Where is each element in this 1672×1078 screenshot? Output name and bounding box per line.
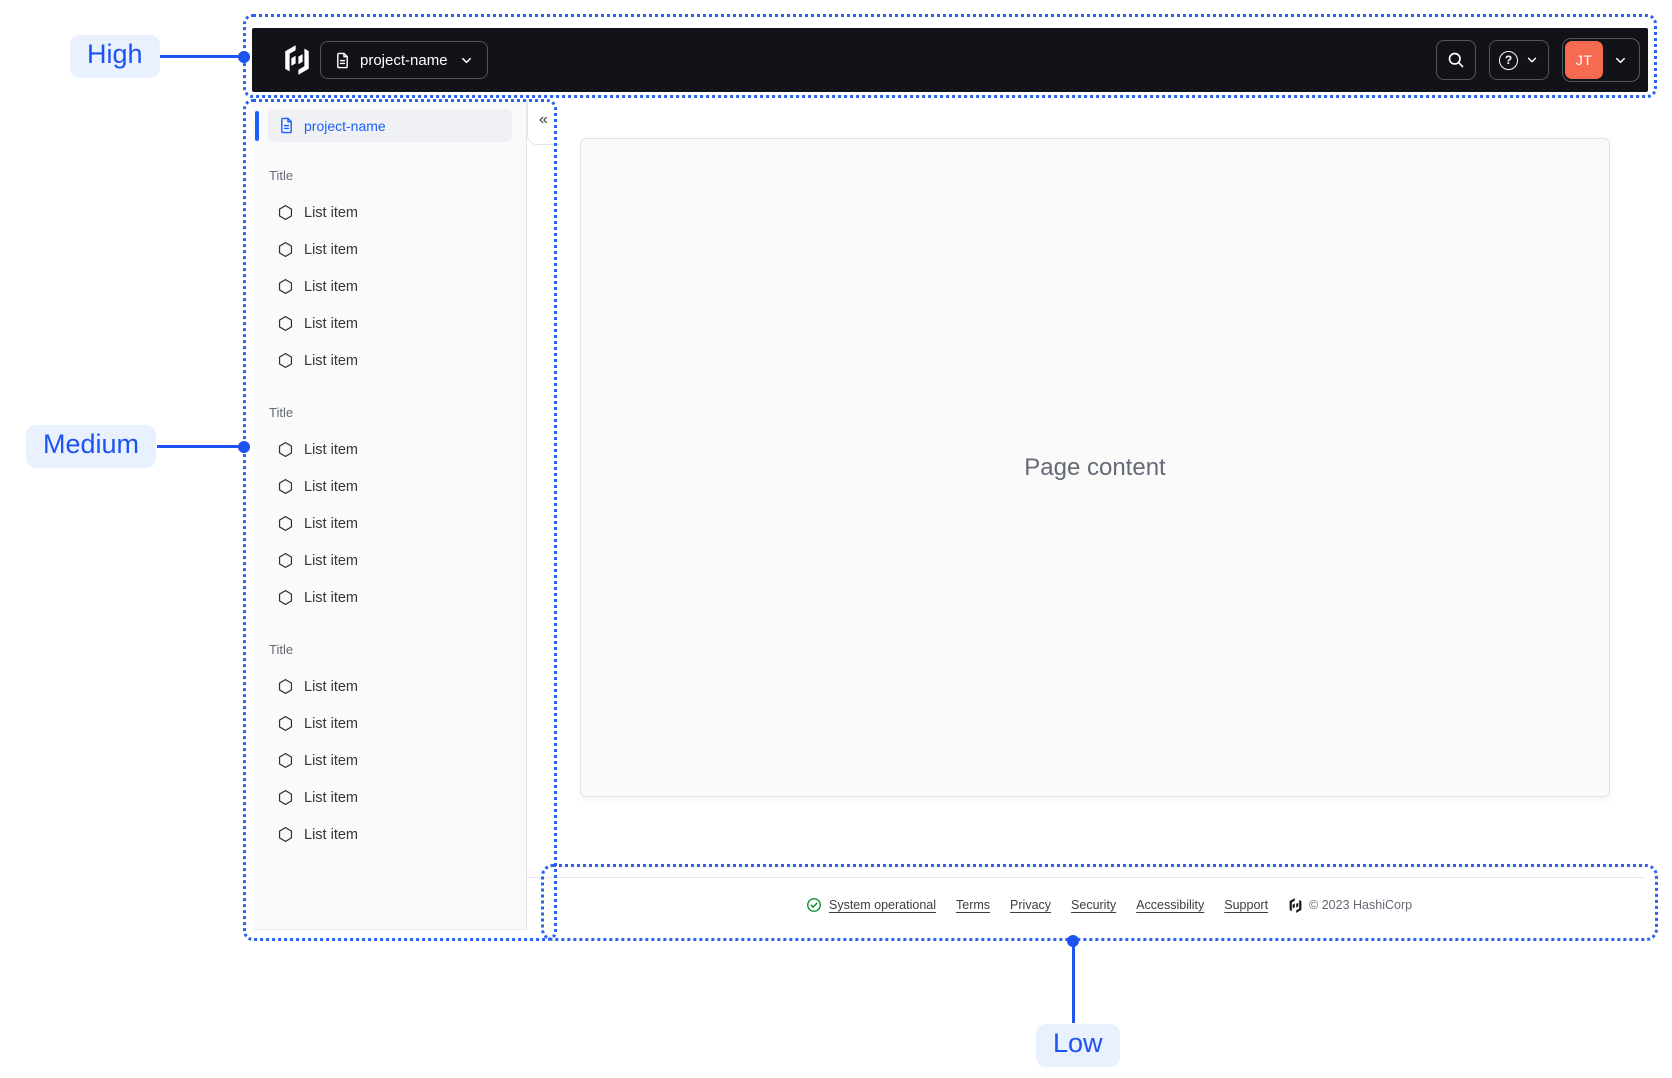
hexagon-icon	[277, 589, 294, 606]
sidebar-item-label: List item	[304, 552, 358, 569]
connector-line-medium	[157, 445, 244, 448]
footer-link[interactable]: Security	[1071, 898, 1116, 912]
hexagon-icon	[277, 478, 294, 495]
sidebar-collapse-button[interactable]: «	[527, 100, 559, 145]
sidebar-list-item[interactable]: List item	[269, 505, 509, 542]
sidebar-item-label: List item	[304, 478, 358, 495]
sidebar: project-name Title List item List item List…	[253, 100, 527, 930]
sidebar-list-item[interactable]: List item	[269, 705, 509, 742]
sidebar-item-label: List item	[304, 826, 358, 843]
sidebar-list-item[interactable]: List item	[269, 194, 509, 231]
footer: System operational Terms Privacy Security A…	[806, 893, 1412, 917]
hexagon-icon	[277, 678, 294, 695]
hashicorp-logo-icon[interactable]	[282, 45, 312, 75]
sidebar-item-label: List item	[304, 441, 358, 458]
chevron-down-icon	[1613, 53, 1628, 68]
sidebar-list-item[interactable]: List item	[269, 468, 509, 505]
avatar: JT	[1565, 41, 1603, 79]
sidebar-section-title: Title	[269, 405, 294, 420]
hexagon-icon	[277, 278, 294, 295]
sidebar-item-label: List item	[304, 752, 358, 769]
sidebar-item-label: List item	[304, 589, 358, 606]
sidebar-list-item[interactable]: List item	[269, 431, 509, 468]
footer-link[interactable]: Privacy	[1010, 898, 1051, 912]
priority-label-high: High	[70, 35, 160, 78]
sidebar-item-label: List item	[304, 678, 358, 695]
sidebar-list-item[interactable]: List item	[269, 342, 509, 379]
sidebar-item-label: List item	[304, 715, 358, 732]
footer-link[interactable]: Support	[1224, 898, 1268, 912]
hexagon-icon	[277, 315, 294, 332]
page-content-placeholder: Page content	[1024, 453, 1166, 481]
sidebar-section-title: Title	[269, 642, 294, 657]
hexagon-icon	[277, 441, 294, 458]
sidebar-item-label: List item	[304, 241, 358, 258]
hexagon-icon	[277, 352, 294, 369]
connector-line-low	[1072, 941, 1075, 1023]
hexagon-icon	[277, 552, 294, 569]
sidebar-list-item[interactable]: List item	[269, 231, 509, 268]
sidebar-item-label: List item	[304, 278, 358, 295]
hexagon-icon	[277, 752, 294, 769]
connector-dot-medium	[238, 441, 250, 453]
sidebar-section: Title List item List item List item List ite…	[253, 403, 525, 616]
page-content-area: Page content	[580, 138, 1610, 797]
sidebar-item-label: List item	[304, 789, 358, 806]
sidebar-item-label: List item	[304, 204, 358, 221]
topbar-actions: ? JT	[1436, 38, 1640, 82]
hexagon-icon	[277, 515, 294, 532]
active-indicator	[255, 111, 259, 141]
sidebar-list-item[interactable]: List item	[269, 268, 509, 305]
help-icon: ?	[1499, 50, 1518, 70]
sidebar-list-item[interactable]: List item	[269, 542, 509, 579]
search-button[interactable]	[1436, 40, 1476, 80]
hexagon-icon	[277, 789, 294, 806]
connector-dot-low	[1067, 935, 1079, 947]
footer-divider	[527, 877, 1645, 878]
chevron-down-icon	[459, 53, 474, 68]
sidebar-list-item[interactable]: List item	[269, 742, 509, 779]
sidebar-list-item[interactable]: List item	[269, 816, 509, 853]
sidebar-list-item[interactable]: List item	[269, 579, 509, 616]
collapse-chevrons-icon: «	[539, 110, 548, 128]
hexagon-icon	[277, 241, 294, 258]
sidebar-list-item[interactable]: List item	[269, 668, 509, 705]
chevron-down-icon	[1525, 53, 1539, 67]
copyright-text: © 2023 HashiCorp	[1309, 898, 1413, 912]
footer-copyright: © 2023 HashiCorp	[1288, 897, 1413, 913]
user-menu-button[interactable]: JT	[1562, 38, 1640, 82]
priority-label-medium: Medium	[26, 425, 157, 468]
connector-dot-high	[238, 51, 250, 63]
hexagon-icon	[277, 715, 294, 732]
hexagon-icon	[277, 204, 294, 221]
sidebar-section: Title List item List item List item List ite…	[253, 640, 525, 853]
sidebar-item-label: List item	[304, 315, 358, 332]
sidebar-list-item[interactable]: List item	[269, 305, 509, 342]
help-menu-button[interactable]: ?	[1489, 40, 1549, 80]
check-circle-icon	[806, 897, 822, 913]
top-navigation-bar: project-name ? JT	[252, 28, 1648, 92]
hexagon-icon	[277, 826, 294, 843]
sidebar-project-item[interactable]: project-name	[268, 109, 512, 142]
system-status-link[interactable]: System operational	[806, 897, 936, 913]
sidebar-list-item[interactable]: List item	[269, 779, 509, 816]
search-icon	[1446, 50, 1466, 70]
sidebar-nav: Title List item List item List item List ite…	[253, 142, 525, 853]
system-status-label: System operational	[829, 898, 937, 912]
canvas: project-name ? JT project-name Title Lis…	[0, 0, 1672, 1078]
sidebar-item-label: List item	[304, 352, 358, 369]
footer-link[interactable]: Terms	[956, 898, 990, 912]
connector-line-high	[153, 55, 244, 58]
sidebar-item-label: List item	[304, 515, 358, 532]
hashicorp-logo-icon	[1288, 897, 1303, 913]
project-switcher-label: project-name	[360, 51, 448, 69]
sidebar-section: Title List item List item List item List ite…	[253, 166, 525, 379]
footer-link[interactable]: Accessibility	[1136, 898, 1204, 912]
document-icon	[278, 117, 295, 134]
priority-label-low: Low	[1036, 1024, 1120, 1067]
sidebar-section-title: Title	[269, 168, 294, 183]
document-icon	[334, 52, 351, 69]
sidebar-project-label: project-name	[304, 117, 386, 134]
project-switcher-button[interactable]: project-name	[320, 41, 488, 79]
